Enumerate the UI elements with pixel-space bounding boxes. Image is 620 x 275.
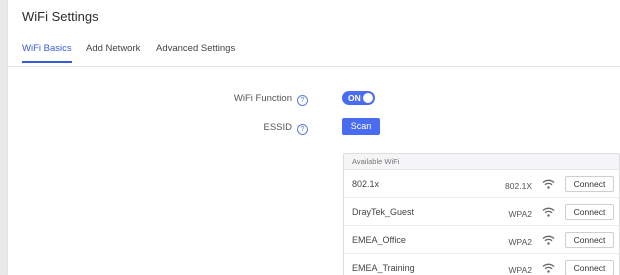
- wifi-function-toggle[interactable]: ON: [342, 91, 375, 105]
- essid-label: ESSID: [263, 122, 292, 133]
- essid-row: ESSID?: [263, 122, 308, 135]
- tab-add-network[interactable]: Add Network: [86, 43, 140, 61]
- tab-advanced-settings[interactable]: Advanced Settings: [156, 43, 235, 61]
- wifi-ssid: DrayTek_Guest: [352, 207, 415, 217]
- wifi-function-label: WiFi Function: [233, 93, 292, 104]
- available-wifi-list: Available WiFi 802.1x 802.1X Connect Dra…: [343, 153, 620, 275]
- toggle-state: ON: [348, 93, 361, 103]
- wifi-row: EMEA_Office WPA2 Connect: [344, 226, 619, 254]
- connect-button[interactable]: Connect: [565, 260, 614, 275]
- page-title: WiFi Settings: [22, 9, 99, 24]
- connect-button[interactable]: Connect: [565, 176, 614, 192]
- wifi-signal-icon: [542, 179, 555, 189]
- tab-bar: WiFi Basics Add Network Advanced Setting…: [8, 40, 620, 67]
- scan-button[interactable]: Scan: [342, 118, 380, 135]
- wifi-security: WPA2: [508, 237, 532, 247]
- connect-button[interactable]: Connect: [565, 232, 614, 248]
- wifi-signal-icon: [542, 263, 555, 273]
- connect-button[interactable]: Connect: [565, 204, 614, 220]
- toggle-knob: [363, 93, 373, 103]
- wifi-ssid: EMEA_Training: [352, 263, 415, 273]
- wifi-row: DrayTek_Guest WPA2 Connect: [344, 198, 619, 226]
- help-icon[interactable]: ?: [297, 124, 308, 135]
- available-wifi-header: Available WiFi: [344, 154, 619, 170]
- tab-wifi-basics[interactable]: WiFi Basics: [22, 43, 72, 63]
- wifi-security: 802.1X: [505, 181, 532, 191]
- wifi-ssid: 802.1x: [352, 179, 380, 189]
- wifi-settings-panel: WiFi Settings WiFi Basics Add Network Ad…: [8, 0, 620, 275]
- wifi-signal-icon: [542, 207, 555, 217]
- wifi-signal-icon: [542, 235, 555, 245]
- wifi-row: EMEA_Training WPA2 Connect: [344, 254, 619, 275]
- wifi-ssid: EMEA_Office: [352, 235, 406, 245]
- wifi-row: 802.1x 802.1X Connect: [344, 170, 619, 198]
- wifi-function-row: WiFi Function?: [234, 93, 308, 106]
- help-icon[interactable]: ?: [297, 95, 308, 106]
- wifi-security: WPA2: [508, 265, 532, 275]
- wifi-security: WPA2: [508, 209, 532, 219]
